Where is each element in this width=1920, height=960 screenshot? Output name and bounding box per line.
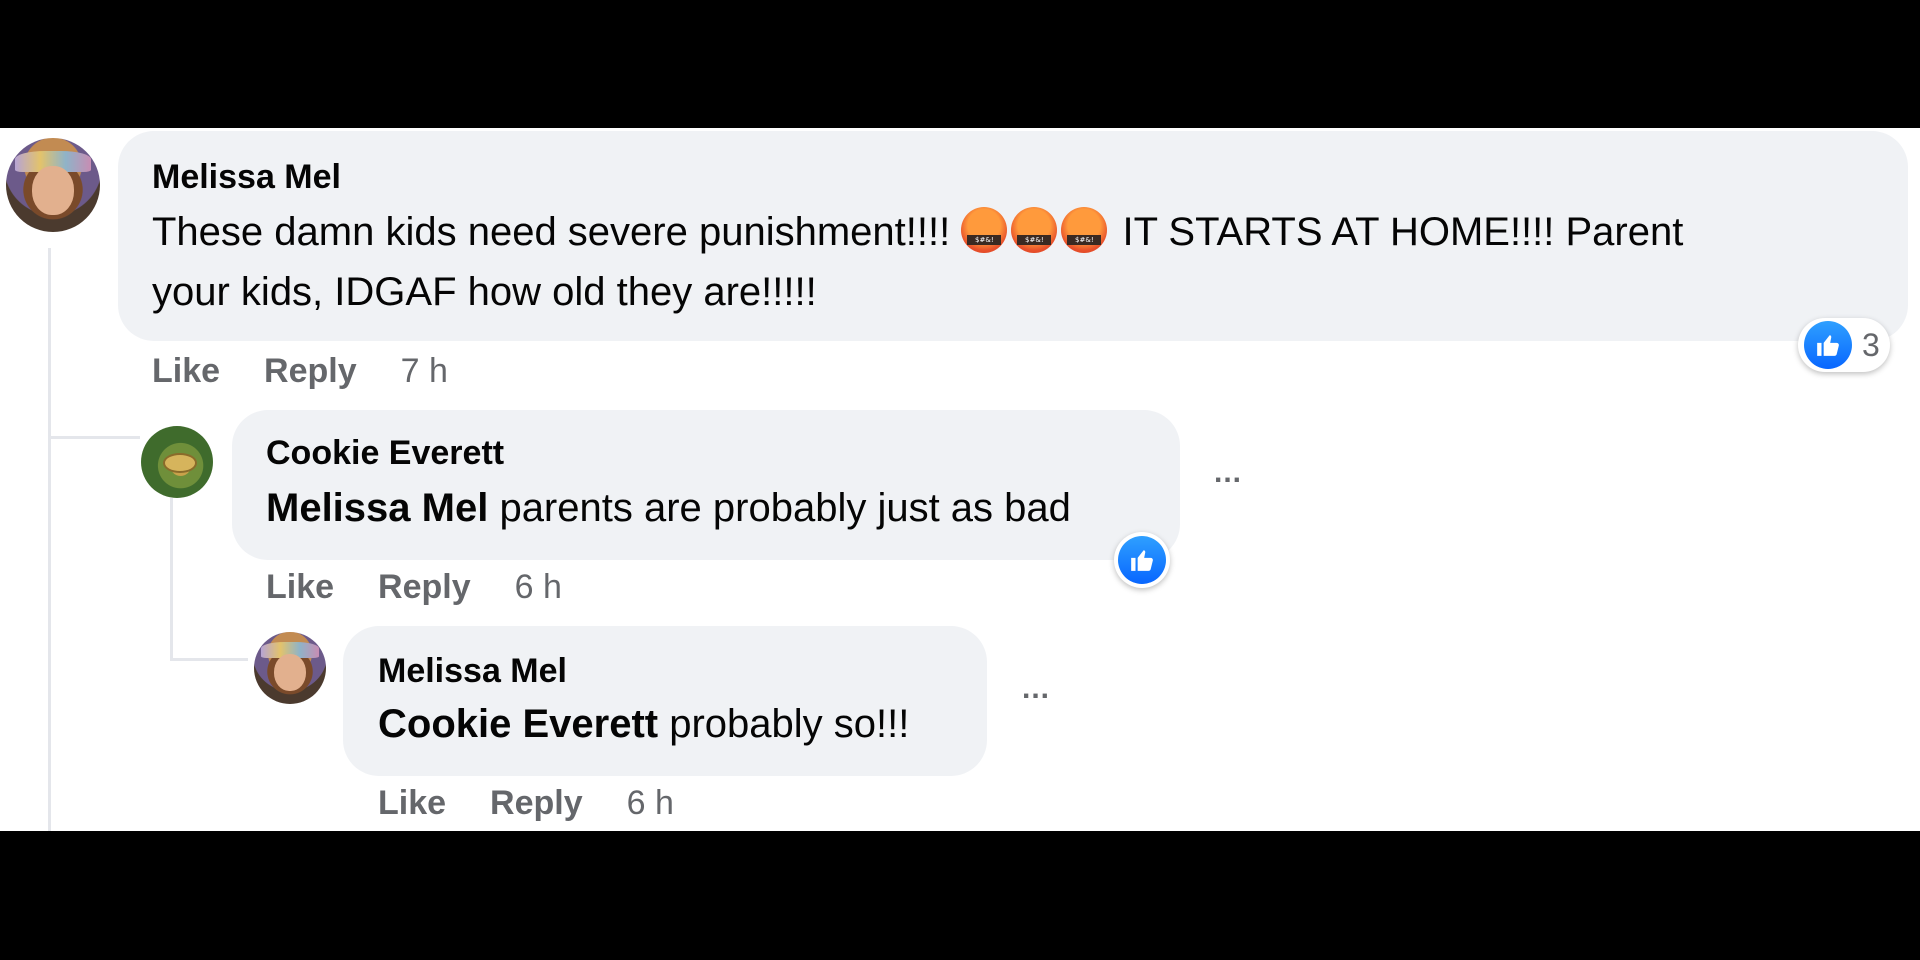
comment-author-2[interactable]: Cookie Everett [266,434,504,473]
avatar-melissa-mel[interactable] [254,632,326,704]
reply-button[interactable]: Reply [490,784,583,822]
angry-cursing-face-icon [1061,207,1108,253]
like-button[interactable]: Like [378,784,446,822]
more-options-button[interactable]: ... [1022,672,1050,706]
more-options-button[interactable]: ... [1214,456,1242,490]
comment-timestamp[interactable]: 6 h [515,568,562,606]
comment-actions-1: Like Reply 7 h [152,352,448,391]
reaction-count: 3 [1862,326,1880,363]
comment-thread: Melissa Mel These damn kids need severe … [0,128,1920,831]
thread-line-main [48,248,51,831]
mention-link[interactable]: Cookie Everett [378,702,658,746]
comment-text-1-part1: These damn kids need severe punishment!!… [152,210,962,254]
reaction-summary-2[interactable] [1114,532,1170,588]
mention-link[interactable]: Melissa Mel [266,486,488,530]
like-button[interactable]: Like [266,568,334,606]
reply-button[interactable]: Reply [378,568,471,606]
reply-button[interactable]: Reply [264,352,357,390]
thread-line-branch-2 [170,658,248,661]
comment-text-3: Cookie Everett probably so!!! [378,694,909,754]
angry-cursing-face-icon [1011,207,1058,253]
comment-text-1-line2: your kids, IDGAF how old they are!!!!! [152,270,817,314]
comment-timestamp[interactable]: 7 h [401,352,448,390]
angry-cursing-face-icon [961,207,1008,253]
avatar-insect [162,453,197,474]
avatar-cookie-everett[interactable] [141,426,213,498]
avatar-face [32,166,74,216]
comment-actions-3: Like Reply 6 h [378,784,674,823]
comment-text-3-body: probably so!!! [658,702,910,746]
comment-timestamp[interactable]: 6 h [627,784,674,822]
avatar-face [274,653,306,692]
comment-author-1[interactable]: Melissa Mel [152,158,341,197]
comment-actions-2: Like Reply 6 h [266,568,562,607]
thread-line-sub [170,498,173,660]
like-button[interactable]: Like [152,352,220,390]
comment-author-3[interactable]: Melissa Mel [378,652,567,691]
thumbs-up-icon [1804,321,1852,369]
comment-text-1-part2: IT STARTS AT HOME!!!! Parent [1111,210,1684,254]
thumbs-up-icon [1118,536,1166,584]
reaction-summary-1[interactable]: 3 [1798,318,1890,372]
thread-line-branch-1 [48,436,140,439]
comment-text-2: Melissa Mel parents are probably just as… [266,478,1071,538]
avatar-melissa-mel[interactable] [6,138,100,232]
comment-text-2-body: parents are probably just as bad [488,486,1071,530]
comment-text-1: These damn kids need severe punishment!!… [152,202,1683,262]
